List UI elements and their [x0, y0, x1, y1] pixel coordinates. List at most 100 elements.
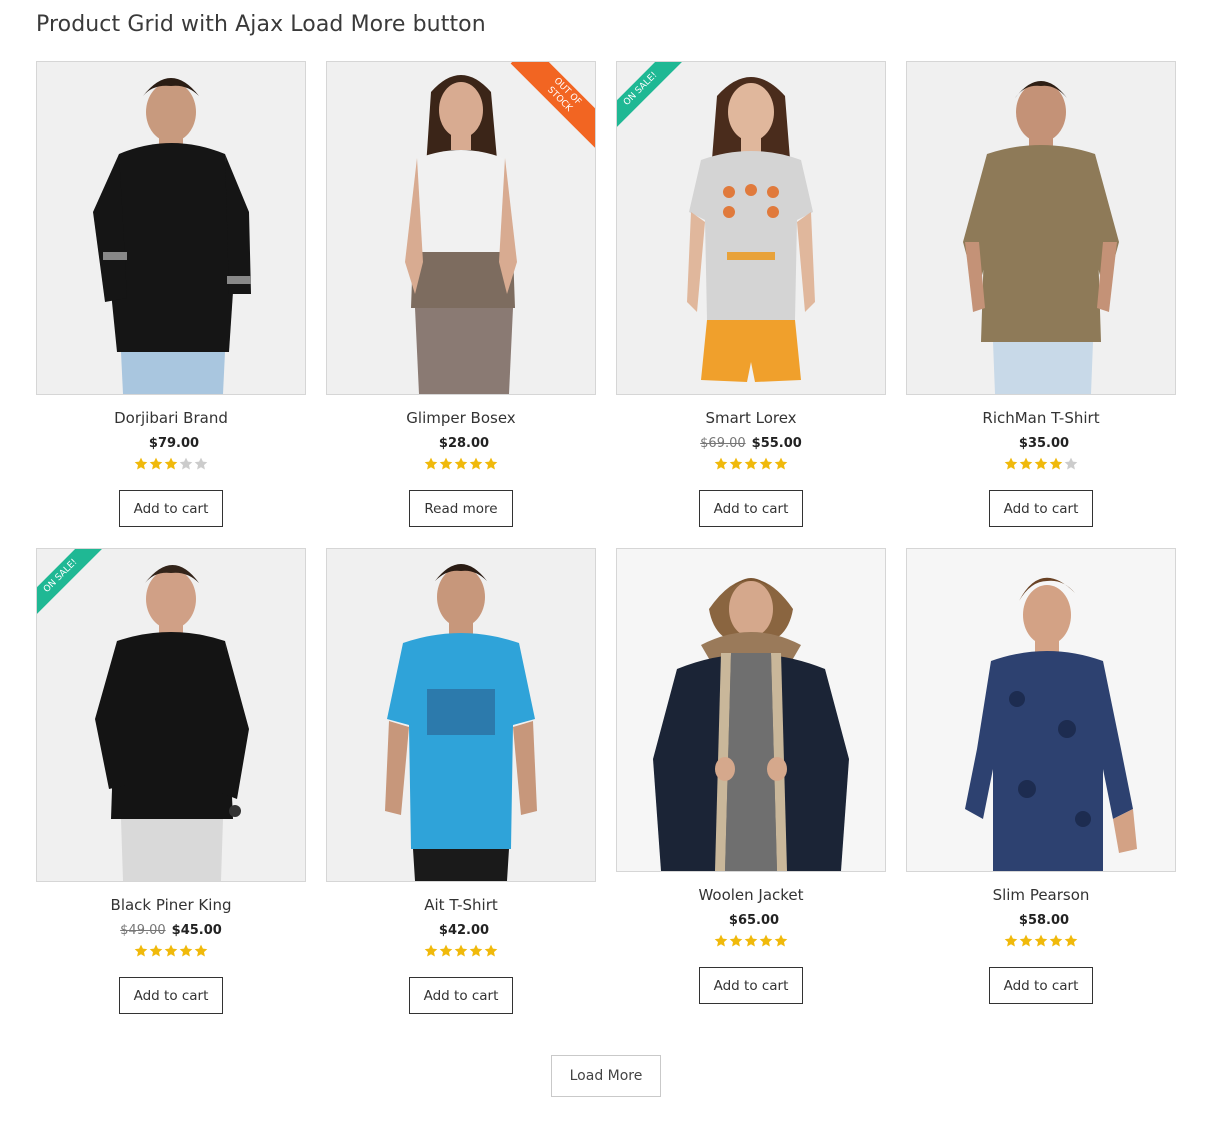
star-rating	[326, 456, 596, 474]
product-card: ON SALE! Black Piner King $49.00 $45.00 A…	[36, 548, 306, 1014]
rating-stars	[1004, 934, 1078, 947]
product-image[interactable]: ON SALE!	[36, 548, 306, 882]
star-icon	[469, 944, 483, 957]
product-image[interactable]	[616, 548, 886, 872]
product-image[interactable]: OUT OF STOCK	[326, 61, 596, 395]
star-icon	[729, 457, 743, 470]
product-title[interactable]: Dorjibari Brand	[36, 408, 306, 428]
add-to-cart-button[interactable]: Add to cart	[699, 490, 803, 527]
product-card: OUT OF STOCK Glimper Bosex $28.00 Read m…	[326, 61, 596, 527]
product-title[interactable]: Slim Pearson	[906, 885, 1176, 905]
star-icon	[729, 934, 743, 947]
star-icon	[744, 457, 758, 470]
star-icon	[1004, 457, 1018, 470]
star-icon	[179, 457, 193, 470]
star-icon	[149, 457, 163, 470]
add-to-cart-button[interactable]: Add to cart	[989, 967, 1093, 1004]
rating-stars	[424, 944, 498, 957]
product-grid: Dorjibari Brand $79.00 Add to cart OUT O…	[36, 61, 1176, 1021]
product-price: $42.00	[326, 922, 596, 940]
current-price: $58.00	[1018, 913, 1070, 928]
add-to-cart-button[interactable]: Add to cart	[699, 967, 803, 1004]
star-icon	[759, 457, 773, 470]
product-image[interactable]	[906, 548, 1176, 872]
product-image[interactable]: ON SALE!	[616, 61, 886, 395]
rating-stars	[134, 457, 208, 470]
product-card: Woolen Jacket $65.00 Add to cart	[616, 548, 886, 1004]
rating-stars	[424, 457, 498, 470]
current-price: $42.00	[438, 923, 490, 938]
star-icon	[424, 944, 438, 957]
product-title[interactable]: Black Piner King	[36, 895, 306, 915]
star-icon	[454, 457, 468, 470]
star-rating	[906, 933, 1176, 951]
add-to-cart-button[interactable]: Add to cart	[119, 490, 223, 527]
star-icon	[774, 457, 788, 470]
star-icon	[1034, 457, 1048, 470]
star-icon	[194, 457, 208, 470]
star-icon	[454, 944, 468, 957]
page-heading: Product Grid with Ajax Load More button	[36, 12, 486, 37]
product-image[interactable]	[36, 61, 306, 395]
star-icon	[1064, 934, 1078, 947]
man-floral-shirt-figure	[965, 577, 1137, 871]
product-card: RichMan T-Shirt $35.00 Add to cart	[906, 61, 1176, 527]
current-price: $65.00	[728, 913, 780, 928]
star-icon	[439, 457, 453, 470]
star-icon	[714, 934, 728, 947]
current-price: $28.00	[438, 436, 490, 451]
current-price: $35.00	[1018, 436, 1070, 451]
man-black-shirt-figure	[93, 78, 251, 394]
on-sale-badge: ON SALE!	[37, 549, 127, 639]
product-price: $65.00	[616, 912, 886, 930]
product-title[interactable]: Smart Lorex	[616, 408, 886, 428]
old-price: $49.00	[120, 923, 166, 938]
star-icon	[1004, 934, 1018, 947]
star-rating	[326, 943, 596, 961]
star-icon	[484, 457, 498, 470]
read-more-button[interactable]: Read more	[409, 490, 513, 527]
product-title[interactable]: Glimper Bosex	[326, 408, 596, 428]
current-price: $79.00	[148, 436, 200, 451]
out-of-stock-badge: OUT OF STOCK	[505, 62, 595, 152]
star-icon	[774, 934, 788, 947]
rating-stars	[134, 944, 208, 957]
product-image[interactable]	[906, 61, 1176, 395]
add-to-cart-button[interactable]: Add to cart	[989, 490, 1093, 527]
star-icon	[134, 457, 148, 470]
star-icon	[759, 934, 773, 947]
product-image[interactable]	[326, 548, 596, 882]
product-card: Slim Pearson $58.00 Add to cart	[906, 548, 1176, 1004]
add-to-cart-button[interactable]: Add to cart	[409, 977, 513, 1014]
star-icon	[439, 944, 453, 957]
rating-stars	[1004, 457, 1078, 470]
star-icon	[424, 457, 438, 470]
add-to-cart-button[interactable]: Add to cart	[119, 977, 223, 1014]
star-icon	[744, 934, 758, 947]
star-icon	[194, 944, 208, 957]
product-card: Ait T-Shirt $42.00 Add to cart	[326, 548, 596, 1014]
product-price: $28.00	[326, 435, 596, 453]
current-price: $45.00	[171, 923, 222, 938]
load-more-button[interactable]: Load More	[551, 1055, 661, 1097]
man-blue-tshirt-figure	[385, 564, 537, 881]
product-price: $69.00 $55.00	[616, 435, 886, 453]
man-khaki-shirt-figure	[963, 81, 1119, 394]
star-icon	[164, 457, 178, 470]
star-icon	[179, 944, 193, 957]
star-icon	[1019, 457, 1033, 470]
star-icon	[469, 457, 483, 470]
rating-stars	[714, 934, 788, 947]
man-winter-jacket-figure	[653, 578, 849, 871]
product-price: $35.00	[906, 435, 1176, 453]
product-title[interactable]: RichMan T-Shirt	[906, 408, 1176, 428]
star-icon	[714, 457, 728, 470]
old-price: $69.00	[700, 436, 746, 451]
product-title[interactable]: Woolen Jacket	[616, 885, 886, 905]
star-icon	[134, 944, 148, 957]
product-card: Dorjibari Brand $79.00 Add to cart	[36, 61, 306, 527]
star-icon	[1049, 457, 1063, 470]
product-title[interactable]: Ait T-Shirt	[326, 895, 596, 915]
star-rating	[616, 933, 886, 951]
star-icon	[1034, 934, 1048, 947]
